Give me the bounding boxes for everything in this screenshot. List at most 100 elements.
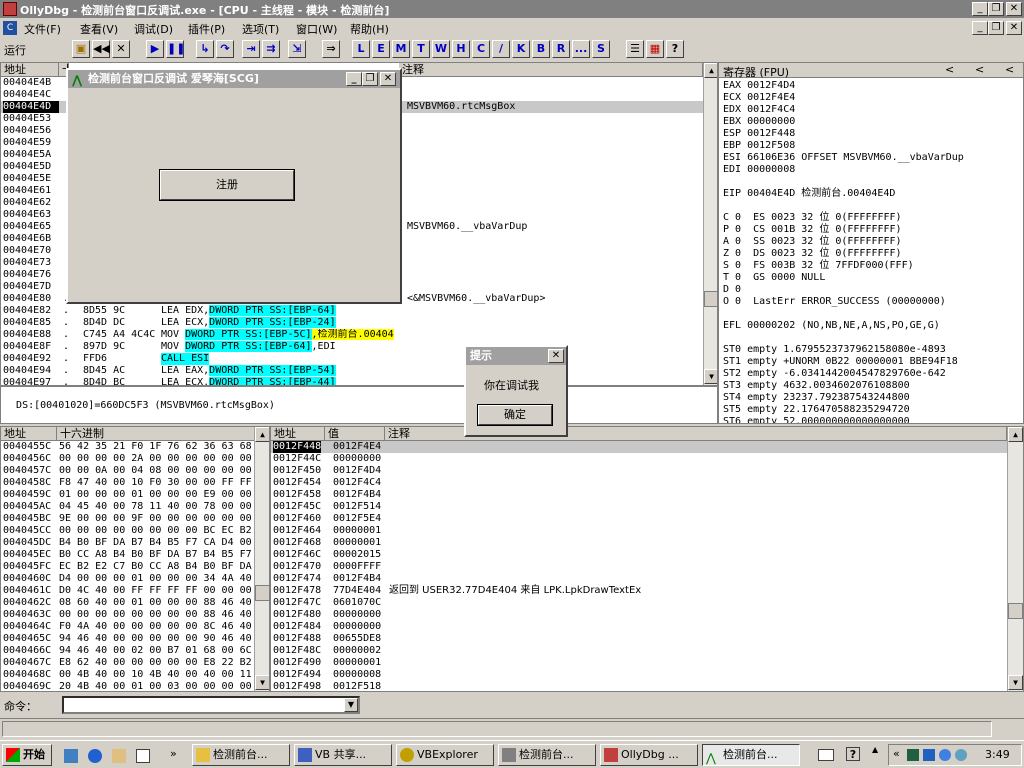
restore-button[interactable]: ❐ bbox=[988, 2, 1004, 16]
register-line[interactable] bbox=[723, 332, 982, 344]
handles-window-button[interactable]: H bbox=[452, 40, 470, 58]
quick-launch-expand[interactable]: » bbox=[170, 747, 177, 760]
help-tray-icon[interactable]: ? bbox=[846, 747, 860, 761]
stack-row[interactable]: 0012F470 0000FFFF bbox=[271, 561, 1007, 573]
register-line[interactable]: ESI 66106E36 OFFSET MSVBVM60.__vbaVarDup bbox=[723, 152, 982, 164]
register-line[interactable]: EAX 0012F4D4 bbox=[723, 80, 982, 92]
stack-row[interactable]: 0012F45C 0012F514 bbox=[271, 501, 1007, 513]
register-line[interactable]: C 0 ES 0023 32 位 0(FFFFFFFF) bbox=[723, 212, 982, 224]
menu-view[interactable]: 查看(V) bbox=[80, 21, 118, 37]
hex-row[interactable]: 004045EC B0 CC A8 B4 B0 BF DA B7 B4 B5 F7 bbox=[1, 549, 253, 561]
internet-explorer-icon[interactable] bbox=[88, 749, 102, 763]
register-line[interactable]: EBX 00000000 bbox=[723, 116, 982, 128]
hex-row[interactable]: 0040465C 94 46 40 00 00 00 00 00 90 46 40 bbox=[1, 633, 253, 645]
stack-row[interactable]: 0012F47C 0601070C bbox=[271, 597, 1007, 609]
stack-row[interactable]: 0012F468 00000001 bbox=[271, 537, 1007, 549]
modules-window-button[interactable]: E bbox=[372, 40, 390, 58]
close-program-icon[interactable]: ✕ bbox=[112, 40, 130, 58]
disasm-row[interactable]: 00404E82. 8D55 9C LEA EDX,DWORD PTR SS:[EB… bbox=[1, 305, 703, 317]
stack-row[interactable]: 0012F448 0012F4E4 bbox=[271, 441, 1007, 453]
open-icon[interactable]: ▣ bbox=[72, 40, 90, 58]
register-line[interactable]: EFL 00000202 (NO,NB,NE,A,NS,PO,GE,G) bbox=[723, 320, 982, 332]
stack-row[interactable]: 0012F480 00000000 bbox=[271, 609, 1007, 621]
disasm-scrollbar[interactable]: ▲ ▼ bbox=[703, 63, 717, 385]
clock[interactable]: 3:49 bbox=[985, 748, 1010, 761]
stack-row[interactable]: 0012F460 0012F5E4 bbox=[271, 513, 1007, 525]
log-window-button[interactable]: L bbox=[352, 40, 370, 58]
task-vb-share[interactable]: VB 共享... bbox=[294, 744, 392, 766]
tray-expand[interactable]: « bbox=[893, 747, 900, 760]
mdi-child-icon[interactable]: C bbox=[3, 21, 17, 35]
disasm-row[interactable]: 00404E94. 8D45 AC LEA EAX,DWORD PTR SS:[EB… bbox=[1, 365, 703, 377]
stack-row[interactable]: 0012F48C 00000002 bbox=[271, 645, 1007, 657]
minimize-button[interactable]: _ bbox=[972, 2, 988, 16]
register-line[interactable]: ST1 empty +UNORM 0B22 00000001 BBE94F18 bbox=[723, 356, 982, 368]
hex-row[interactable]: 0040469C 20 4B 40 00 01 00 03 00 00 00 00 bbox=[1, 681, 253, 691]
step-into-icon[interactable]: ↳ bbox=[196, 40, 214, 58]
desktop-icon[interactable] bbox=[136, 749, 150, 763]
run-trace-window-button[interactable]: ... bbox=[572, 40, 590, 58]
hex-row[interactable]: 0040455C 56 42 35 21 F0 1F 76 62 36 63 68 bbox=[1, 441, 253, 453]
app-maximize-button[interactable]: ❐ bbox=[362, 72, 378, 86]
scroll-thumb[interactable] bbox=[255, 585, 269, 601]
hex-bytes-header[interactable]: 十六进制 bbox=[57, 427, 255, 441]
disasm-row[interactable]: 00404E8F. 897D 9C MOV DWORD PTR SS:[EBP-64… bbox=[1, 341, 703, 353]
scroll-down-icon[interactable]: ▼ bbox=[704, 369, 717, 384]
references-window-button[interactable]: R bbox=[552, 40, 570, 58]
trace-into-icon[interactable]: ⇥ bbox=[242, 40, 260, 58]
register-button[interactable]: 注册 bbox=[159, 169, 295, 201]
registers-next-icon[interactable]: < bbox=[1005, 63, 1014, 76]
hex-row[interactable]: 0040466C 94 46 40 00 02 00 B7 01 68 00 6C bbox=[1, 645, 253, 657]
keyboard-icon[interactable] bbox=[818, 749, 834, 761]
menu-window[interactable]: 窗口(W) bbox=[296, 21, 337, 37]
scroll-down-icon[interactable]: ▼ bbox=[255, 675, 269, 690]
go-to-icon[interactable]: ⇒ bbox=[322, 40, 340, 58]
stack-row[interactable]: 0012F498 0012F518 bbox=[271, 681, 1007, 691]
hex-row[interactable]: 004045DC B4 B0 BF DA B7 B4 B5 F7 CA D4 00 bbox=[1, 537, 253, 549]
register-line[interactable]: ST4 empty 23237.792387543244800 bbox=[723, 392, 982, 404]
close-button[interactable]: ✕ bbox=[1006, 2, 1022, 16]
stack-address-header[interactable]: 地址 bbox=[271, 427, 325, 441]
register-line[interactable]: EBP 0012F508 bbox=[723, 140, 982, 152]
memory-window-button[interactable]: M bbox=[392, 40, 410, 58]
app-minimize-button[interactable]: _ bbox=[346, 72, 362, 86]
tray-network-icon[interactable] bbox=[923, 749, 935, 761]
hex-row[interactable]: 0040458C F8 47 40 00 10 F0 30 00 00 FF FF bbox=[1, 477, 253, 489]
hex-row[interactable]: 0040457C 00 00 0A 00 04 08 00 00 00 00 00 bbox=[1, 465, 253, 477]
tray-app-icon[interactable] bbox=[907, 749, 919, 761]
disasm-address-header[interactable]: 地址 bbox=[1, 63, 59, 77]
stack-row[interactable]: 0012F464 00000001 bbox=[271, 525, 1007, 537]
stack-row[interactable]: 0012F44C 00000000 bbox=[271, 453, 1007, 465]
stack-row[interactable]: 0012F46C 00002015 bbox=[271, 549, 1007, 561]
scroll-thumb[interactable] bbox=[704, 291, 717, 307]
scroll-up-icon[interactable]: ▲ bbox=[1008, 427, 1023, 442]
trace-over-icon[interactable]: ⇉ bbox=[262, 40, 280, 58]
pause-icon[interactable]: ❚❚ bbox=[166, 40, 185, 58]
stack-row[interactable]: 0012F488 00655DE8 bbox=[271, 633, 1007, 645]
stack-pane[interactable]: 地址 值 注释 0012F448 0012F4E4 0012F44C 00000000… bbox=[270, 426, 1024, 692]
hex-scrollbar[interactable]: ▲ ▼ bbox=[254, 427, 269, 691]
chevron-down-icon[interactable]: ▼ bbox=[344, 698, 358, 712]
stack-scrollbar[interactable]: ▲ ▼ bbox=[1007, 427, 1023, 691]
menu-debug[interactable]: 调试(D) bbox=[134, 21, 173, 37]
menu-help[interactable]: 帮助(H) bbox=[350, 21, 389, 37]
stack-row[interactable]: 0012F450 0012F4D4 bbox=[271, 465, 1007, 477]
tray-globe-icon[interactable] bbox=[955, 749, 967, 761]
patches-window-button[interactable]: / bbox=[492, 40, 510, 58]
stack-row[interactable]: 0012F478 77D4E404 返回到 USER32.77D4E404 来自 L… bbox=[271, 585, 1007, 597]
register-line[interactable]: ST3 empty 4632.0034602076108800 bbox=[723, 380, 982, 392]
app-dialog-title-bar[interactable]: ⋀ 检测前台窗口反调试 爱琴海[SCG] _ ❐ ✕ bbox=[68, 70, 400, 88]
message-box-close-button[interactable]: ✕ bbox=[548, 349, 564, 363]
hex-row[interactable]: 004045BC 9E 00 00 00 9F 00 00 00 00 00 00 bbox=[1, 513, 253, 525]
menu-plugins[interactable]: 插件(P) bbox=[188, 21, 225, 37]
register-line[interactable]: T 0 GS 0000 NULL bbox=[723, 272, 982, 284]
task-explorer-folder[interactable]: 检测前台... bbox=[192, 744, 290, 766]
register-line[interactable]: S 0 FS 003B 32 位 7FFDF000(FFF) bbox=[723, 260, 982, 272]
stack-row[interactable]: 0012F494 00000008 bbox=[271, 669, 1007, 681]
register-line[interactable]: EDI 00000008 bbox=[723, 164, 982, 176]
menu-file[interactable]: 文件(F) bbox=[24, 21, 61, 37]
restart-icon[interactable]: ◀◀ bbox=[92, 40, 110, 58]
register-line[interactable]: ST0 empty 1.6795523737962158080e-4893 bbox=[723, 344, 982, 356]
disasm-row[interactable]: 00404E88. C745 A4 4C4C MOV DWORD PTR SS:[E… bbox=[1, 329, 703, 341]
help-icon[interactable]: ? bbox=[666, 40, 684, 58]
